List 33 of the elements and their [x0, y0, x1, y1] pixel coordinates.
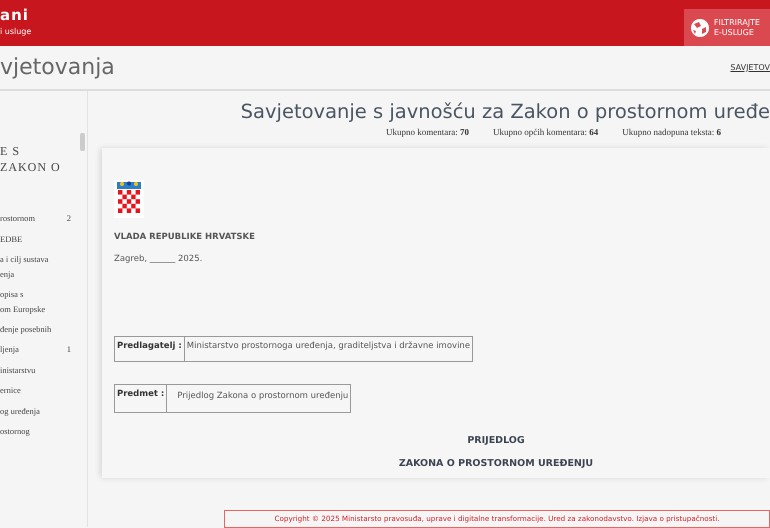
- field-label: Predlagatelj :: [114, 336, 184, 362]
- stat-text: Ukupno nadopuna teksta: 6: [622, 126, 721, 140]
- field-label: Predmet :: [114, 384, 167, 412]
- nav-link[interactable]: SAVJETOV: [730, 62, 770, 74]
- sidebar-item[interactable]: EDBE: [0, 232, 22, 246]
- page-title: Savjetovanje s javnošću za Zakon o prostornom uređe: [240, 99, 770, 125]
- issuer-text: VLADA REPUBLIKE HRVATSKE: [114, 232, 256, 242]
- sidebar-item[interactable]: og uređenja: [0, 404, 40, 418]
- stat-text: Ukupno općih komentara: 64: [492, 126, 598, 140]
- sidebar-item[interactable]: opisa s om Europske: [0, 287, 46, 316]
- document-heading: ZAKONA O PROSTORNOM UREĐENJU: [398, 458, 594, 470]
- sidebar-title: E S ZAKON O: [0, 143, 62, 176]
- sidebar-item[interactable]: a i cilj sustava enja: [0, 252, 48, 282]
- sidebar-item[interactable]: đenje posebnih: [0, 322, 52, 336]
- brand-title[interactable]: ani: [0, 8, 32, 23]
- sidebar-item[interactable]: inistarstvu: [0, 362, 36, 378]
- stat-text: Ukupno komentara: 70: [386, 126, 469, 140]
- field-value: Prijedlog Zakona o prostornom uređenju: [166, 384, 351, 412]
- sidebar-item[interactable]: rostornom: [0, 211, 35, 226]
- comment-count: 2: [66, 212, 71, 226]
- sidebar-item[interactable]: ernice: [0, 383, 21, 398]
- filter-button[interactable]: FILTRIRAJTE E-USLUGE: [684, 9, 770, 46]
- coat-of-arms-icon: [114, 180, 144, 218]
- date-text: Zagreb, ______ 2025.: [114, 254, 204, 264]
- brand-subtitle: i usluge: [0, 26, 32, 38]
- globe-icon: [690, 18, 710, 38]
- comment-count: 1: [66, 343, 71, 356]
- document-heading: PRIJEDLOG: [466, 434, 526, 446]
- sidebar-item[interactable]: ljenja: [0, 342, 19, 357]
- scrollbar-thumb[interactable]: [80, 133, 85, 151]
- field-value: Ministarstvo prostornoga uređenja, graditeljstva i državne imovine: [184, 336, 473, 362]
- section-title: vjetovanja: [0, 54, 115, 82]
- sidebar-item[interactable]: ostornog: [0, 424, 30, 439]
